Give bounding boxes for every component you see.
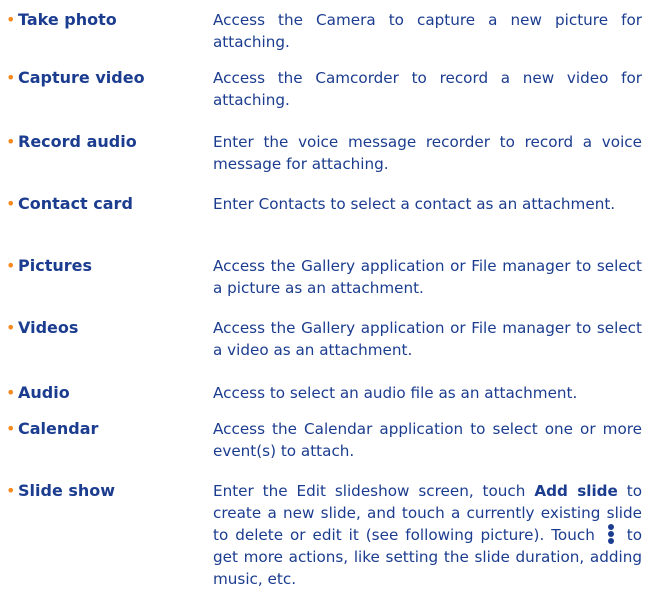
bullet: • xyxy=(6,318,16,337)
item-term: Contact card xyxy=(18,194,133,213)
add-slide-label: Add slide xyxy=(534,482,618,500)
bullet: • xyxy=(6,256,16,275)
desc-text: Enter the Edit slideshow screen, touch xyxy=(213,482,535,500)
more-vertical-icon xyxy=(606,524,616,544)
item-term: Pictures xyxy=(18,256,92,275)
item-term: Calendar xyxy=(18,419,99,438)
item-term: Record audio xyxy=(18,132,137,151)
item-description: Enter the Edit slideshow screen, touch A… xyxy=(213,480,642,590)
item-term: Audio xyxy=(18,383,70,402)
item-description: Access the Gallery application or File m… xyxy=(213,319,642,359)
item-description: Access the Calendar application to selec… xyxy=(213,420,642,460)
item-term: Videos xyxy=(18,318,79,337)
item-description: Access the Gallery application or File m… xyxy=(213,257,642,297)
item-description: Access to select an audio file as an att… xyxy=(213,384,578,402)
item-description: Access the Camera to capture a new pictu… xyxy=(213,11,642,51)
item-term: Capture video xyxy=(18,68,145,87)
item-description: Enter Contacts to select a contact as an… xyxy=(213,195,616,213)
item-term: Slide show xyxy=(18,481,116,500)
item-description: Access the Camcorder to record a new vid… xyxy=(213,69,642,109)
item-term: Take photo xyxy=(18,10,117,29)
bullet: • xyxy=(6,419,16,438)
item-description: Enter the voice message recorder to reco… xyxy=(213,133,642,173)
bullet: • xyxy=(6,481,16,500)
attachment-options-list: • Take photo Access the Camera to captur… xyxy=(0,0,649,608)
bullet: • xyxy=(6,10,16,29)
bullet: • xyxy=(6,68,16,87)
bullet: • xyxy=(6,132,16,151)
bullet: • xyxy=(6,194,16,213)
bullet: • xyxy=(6,383,16,402)
